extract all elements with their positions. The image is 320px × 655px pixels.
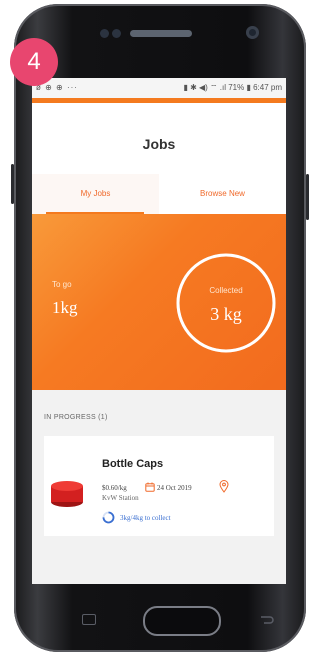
- collected-value: 3 kg: [210, 304, 242, 324]
- status-system-info: ▮ ✱ ◀) ⌔ .ıl 71% ▮ 6:47 pm: [183, 83, 282, 92]
- location-pin-icon[interactable]: [219, 480, 229, 493]
- job-station: KvW Station: [102, 494, 139, 502]
- job-progress-text: 3kg/4kg to collect: [120, 514, 171, 522]
- job-card[interactable]: Bottle Caps $0.60/kg 24 Oct 2019 KvW Sta…: [44, 436, 274, 536]
- volume-button: [11, 164, 14, 204]
- collected-label: Collected: [209, 286, 243, 295]
- progress-ring-icon: [102, 511, 115, 524]
- tab-browse-new[interactable]: Browse New: [159, 174, 286, 214]
- to-go-label: To go: [52, 280, 72, 289]
- tab-my-jobs[interactable]: My Jobs: [32, 174, 159, 214]
- calendar-icon: [145, 482, 155, 492]
- app-header: Jobs: [32, 103, 286, 173]
- earpiece-speaker: [130, 30, 192, 37]
- jobs-section: IN PROGRESS (1) Bottle Caps $0.60/kg 24 …: [32, 390, 286, 584]
- tab-bar: My Jobs Browse New: [32, 174, 286, 214]
- bottle-cap-image: [51, 481, 83, 507]
- job-rate: $0.60/kg: [102, 484, 127, 492]
- collected-ring: [176, 253, 276, 353]
- to-go-value: 1kg: [52, 298, 78, 317]
- app-screen: ø ⊕ ⊕ ··· ▮ ✱ ◀) ⌔ .ıl 71% ▮ 6:47 pm Job…: [32, 78, 286, 584]
- step-number-badge: 4: [10, 38, 58, 86]
- back-key-icon[interactable]: [82, 614, 96, 625]
- summary-panel: To go 1kg Collected 3 kg: [32, 214, 286, 390]
- job-date: 24 Oct 2019: [157, 484, 192, 492]
- page-title: Jobs: [142, 136, 176, 152]
- hardware-nav-bar: [32, 584, 286, 646]
- proximity-sensor: [100, 29, 109, 38]
- front-camera: [246, 26, 259, 39]
- job-item-name: Bottle Caps: [102, 458, 164, 470]
- in-progress-heading: IN PROGRESS (1): [44, 414, 108, 421]
- recent-apps-key-icon[interactable]: [260, 614, 274, 624]
- status-bar: ø ⊕ ⊕ ··· ▮ ✱ ◀) ⌔ .ıl 71% ▮ 6:47 pm: [32, 78, 286, 98]
- home-button[interactable]: [143, 606, 221, 636]
- power-button: [306, 174, 309, 220]
